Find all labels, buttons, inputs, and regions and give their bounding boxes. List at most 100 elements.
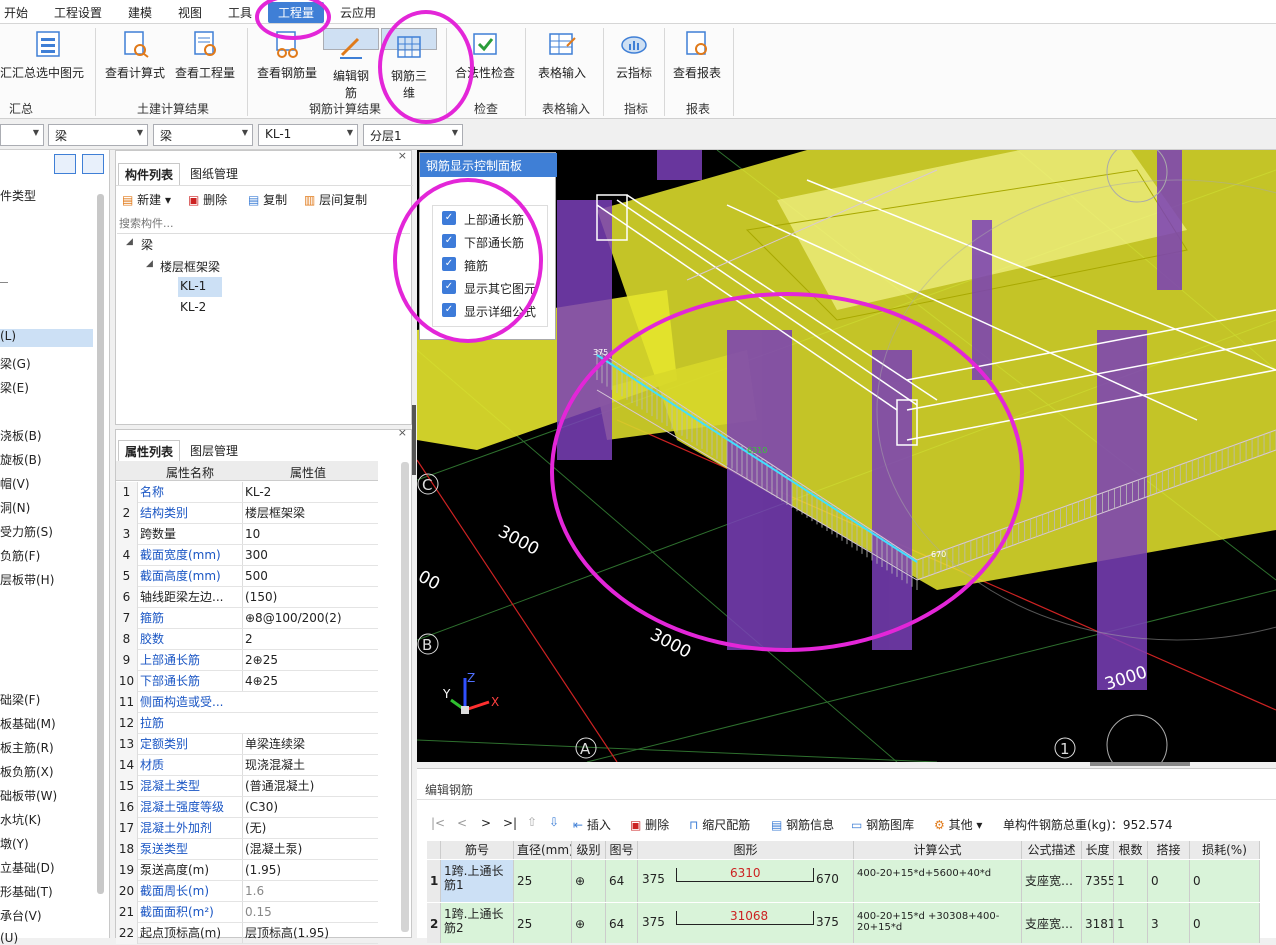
grid-cell[interactable]: 支座宽… — [1022, 860, 1082, 902]
tree-leaf-kl2[interactable]: KL-2 — [180, 300, 206, 314]
nav-item-cast-slab[interactable]: 浇板(B) — [0, 427, 42, 444]
list-view-icon[interactable] — [54, 154, 76, 174]
property-row[interactable]: 6 轴线距梁左边... (150) — [116, 587, 378, 608]
property-value[interactable]: 10 — [242, 524, 378, 544]
grid-header[interactable]: 直径(mm) — [514, 841, 572, 859]
grid-cell[interactable]: 7355 — [1082, 860, 1114, 902]
floor-select[interactable]: ▼ — [0, 124, 44, 146]
menu-modeling[interactable]: 建模 — [128, 4, 152, 21]
type-select[interactable]: 梁 ▼ — [153, 124, 253, 146]
grid-cell[interactable]: 0 — [1190, 903, 1260, 943]
grid-cell[interactable]: 375 31068 375 — [638, 903, 854, 943]
property-value[interactable]: (150) — [242, 587, 378, 607]
nav-item-u[interactable]: (U) — [0, 931, 18, 945]
property-value[interactable]: 层顶标高(1.95) — [242, 923, 378, 943]
property-row[interactable]: 13 定额类别 单梁连续梁 — [116, 734, 378, 755]
grid-header[interactable]: 筋号 — [441, 841, 514, 859]
property-value[interactable]: 2⊕25 — [242, 650, 378, 670]
nav-item-strip-found[interactable]: 形基础(T) — [0, 883, 53, 900]
cloud-index-button[interactable]: 云指标 — [608, 28, 660, 88]
tab-layer-mgmt[interactable]: 图层管理 — [184, 440, 244, 461]
grid-cell[interactable]: 0 — [1190, 860, 1260, 902]
property-row[interactable]: 12 拉筋 — [116, 713, 378, 734]
property-row[interactable]: 21 截面面积(m²) 0.15 — [116, 902, 378, 923]
property-row[interactable]: 5 截面高度(mm) 500 — [116, 566, 378, 587]
search-input[interactable] — [117, 214, 410, 234]
property-value[interactable]: 单梁连续梁 — [242, 734, 378, 754]
grid-cell[interactable]: 375 6310 670 — [638, 860, 854, 902]
edit-rebar-button[interactable]: 编辑钢筋 — [323, 28, 379, 100]
category-select[interactable]: 梁 ▼ — [48, 124, 148, 146]
nav-scrollbar[interactable] — [97, 194, 104, 894]
grid-cell[interactable]: 1跨.上通长筋1 — [441, 860, 514, 902]
tab-component-list[interactable]: 构件列表 — [118, 163, 181, 185]
property-value[interactable]: 0.15 — [242, 902, 378, 922]
grid-cell[interactable]: 400-20+15*d+5600+40*d — [854, 860, 1022, 902]
grid-cell[interactable]: 3 — [1148, 903, 1190, 943]
grid-view-icon[interactable] — [82, 154, 104, 174]
nav-item-isolated-found[interactable]: 立基础(D) — [0, 859, 55, 876]
menu-tools[interactable]: 工具 — [228, 4, 252, 21]
first-record-icon[interactable]: |< — [431, 816, 445, 830]
nav-item-stress-bar[interactable]: 受力筋(S) — [0, 523, 53, 540]
property-row[interactable]: 16 混凝土强度等级 (C30) — [116, 797, 378, 818]
tree-expand-icon[interactable]: ◢ — [146, 259, 153, 269]
nav-item-raft-main[interactable]: 板主筋(R) — [0, 739, 54, 756]
property-value[interactable]: (1.95) — [242, 860, 378, 880]
property-row[interactable]: 15 混凝土类型 (普通混凝土) — [116, 776, 378, 797]
next-record-icon[interactable]: > — [481, 816, 491, 830]
nav-item-cap[interactable]: 帽(V) — [0, 475, 30, 492]
grid-cell[interactable]: ⊕ — [572, 903, 606, 943]
property-row[interactable]: 2 结构类别 楼层框架梁 — [116, 503, 378, 524]
view-formula-button[interactable]: 查看计算式 — [102, 28, 168, 88]
property-value[interactable]: 1.6 — [242, 881, 378, 901]
nav-item-ring-beam[interactable]: 梁(G) — [0, 355, 31, 372]
grid-cell[interactable]: 2 — [427, 903, 441, 943]
grid-cell[interactable]: 25 — [514, 903, 572, 943]
grid-header[interactable]: 计算公式 — [854, 841, 1022, 859]
props-scrollbar[interactable] — [401, 462, 409, 932]
table-input-button[interactable]: 表格输入 — [532, 28, 592, 88]
property-value[interactable]: (混凝土泵) — [242, 839, 378, 859]
property-value[interactable]: 2 — [242, 629, 378, 649]
nav-item-raft-neg[interactable]: 板负筋(X) — [0, 763, 54, 780]
grid-cell[interactable]: 1 — [427, 860, 441, 902]
other-menu-button[interactable]: ⚙ 其他 ▾ — [934, 816, 982, 833]
property-value[interactable]: (无) — [242, 818, 378, 838]
grid-header[interactable]: 级别 — [572, 841, 606, 859]
property-row[interactable]: 19 泵送高度(m) (1.95) — [116, 860, 378, 881]
property-value[interactable]: 楼层框架梁 — [242, 503, 378, 523]
copy-button[interactable]: ▤ 复制 — [248, 191, 287, 208]
tab-drawing-mgmt[interactable]: 图纸管理 — [184, 163, 244, 184]
nav-item-spiral-slab[interactable]: 旋板(B) — [0, 451, 42, 468]
property-row[interactable]: 14 材质 现浇混凝土 — [116, 755, 378, 776]
rebar-library-button[interactable]: ▭ 钢筋图库 — [851, 816, 914, 833]
view-quantity-button[interactable]: 查看工程量 — [172, 28, 238, 88]
nav-item-slab-band[interactable]: 层板带(H) — [0, 571, 54, 588]
prev-record-icon[interactable]: < — [457, 816, 467, 830]
grid-header[interactable]: 根数 — [1114, 841, 1148, 859]
grid-header[interactable]: 长度 — [1082, 841, 1114, 859]
nav-item-pier[interactable]: 墩(Y) — [0, 835, 29, 852]
nav-item-hole[interactable]: 洞(N) — [0, 499, 30, 516]
grid-cell[interactable]: 1 — [1114, 860, 1148, 902]
menu-cloud[interactable]: 云应用 — [340, 4, 376, 21]
grid-cell[interactable]: 64 — [606, 903, 638, 943]
grid-cell[interactable]: 1 — [1114, 903, 1148, 943]
grid-cell[interactable]: 400-20+15*d +30308+400-20+15*d — [854, 903, 1022, 943]
nav-item-sump[interactable]: 水坑(K) — [0, 811, 41, 828]
tree-root[interactable]: 梁 — [141, 236, 153, 253]
grid-cell[interactable]: 1跨.上通长筋2 — [441, 903, 514, 943]
close-icon[interactable]: × — [398, 149, 407, 162]
move-down-icon[interactable]: ⇩ — [549, 815, 559, 829]
tree-child[interactable]: 楼层框架梁 — [160, 258, 220, 275]
nav-item-beam-e[interactable]: 梁(E) — [0, 379, 29, 396]
rebar-info-button[interactable]: ▤ 钢筋信息 — [771, 816, 834, 833]
move-up-icon[interactable]: ⇧ — [527, 815, 537, 829]
menu-project-settings[interactable]: 工程设置 — [54, 4, 102, 21]
splitter-handle-bottom[interactable] — [1090, 762, 1190, 766]
property-row[interactable]: 11 侧面构造或受... — [116, 692, 378, 713]
grid-header[interactable]: 图形 — [638, 841, 854, 859]
grid-cell[interactable]: 64 — [606, 860, 638, 902]
menu-view[interactable]: 视图 — [178, 4, 202, 21]
